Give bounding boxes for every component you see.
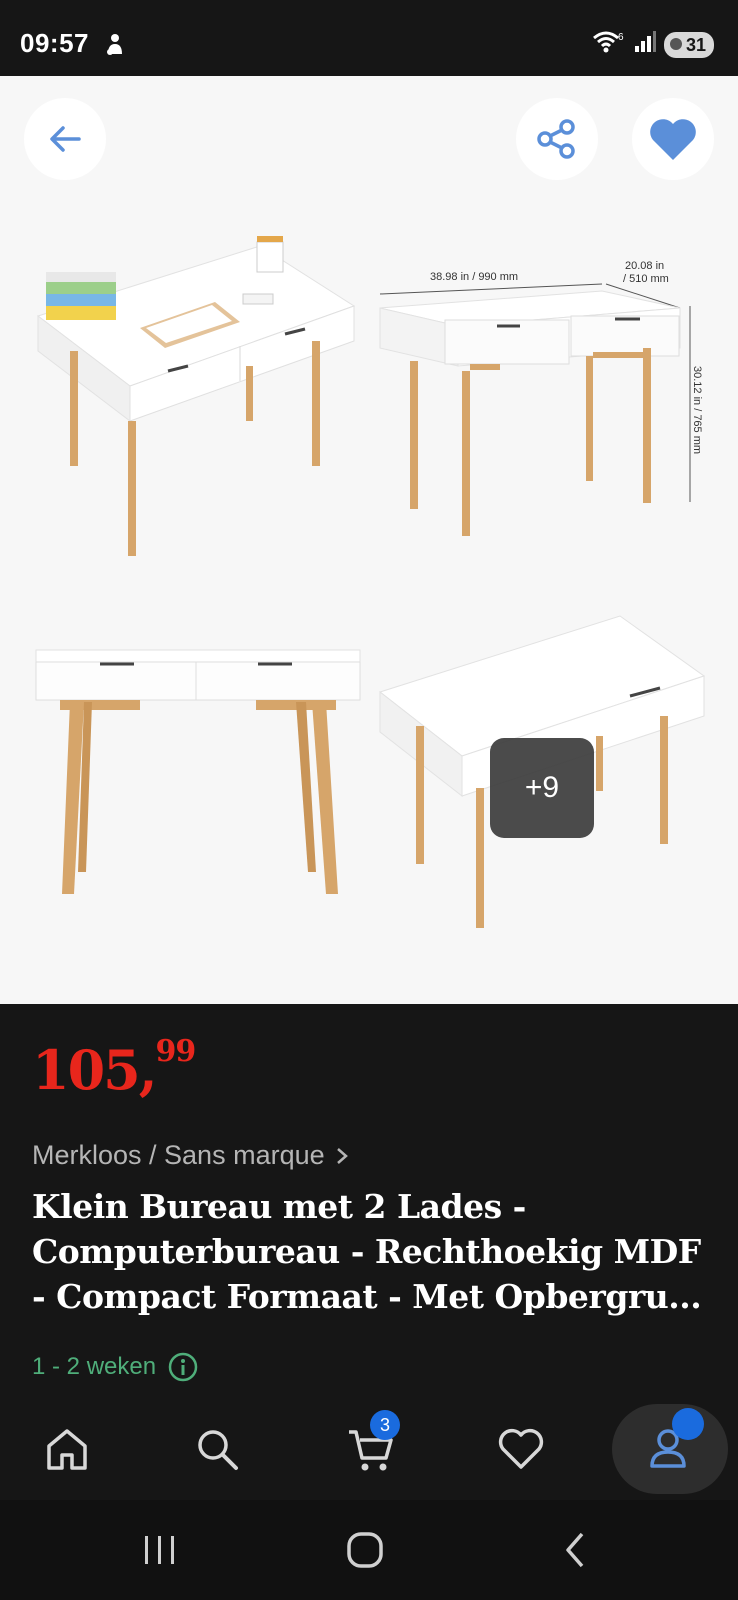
product-info: 105,99 Merkloos / Sans marque Klein Bure… (0, 1004, 738, 1400)
account-icon (650, 1429, 686, 1468)
info-icon[interactable] (168, 1352, 198, 1382)
delivery-label: 1 - 2 weken (32, 1353, 157, 1380)
recent-apps-icon (145, 1536, 174, 1564)
status-time: 09:57 (20, 28, 89, 58)
battery-indicator: 31 (663, 31, 714, 58)
share-button[interactable] (516, 98, 598, 180)
svg-text:38.98 in / 990 mm: 38.98 in / 990 mm (430, 271, 518, 283)
desk-image-angled (36, 236, 356, 556)
desk-image-dimensions: 38.98 in / 990 mm 20.08 in / 510 mm 30.1… (379, 260, 703, 536)
signal-icon (634, 31, 656, 58)
chevron-right-icon (336, 1147, 348, 1164)
nav-home[interactable] (32, 1414, 102, 1484)
wifi-icon: 6 (592, 30, 626, 59)
svg-text:30.12 in / 765 mm: 30.12 in / 765 mm (691, 366, 703, 454)
delivery-time: 1 - 2 weken (32, 1352, 198, 1382)
product-title: Klein Bureau met 2 Lades - Computerburea… (32, 1187, 702, 1316)
back-system-button[interactable] (556, 1530, 596, 1575)
notification-icon (104, 32, 126, 61)
more-images-badge[interactable]: +9 (490, 738, 594, 838)
svg-text:/ 510 mm: / 510 mm (623, 273, 669, 285)
brand-link[interactable]: Merkloos / Sans marque (32, 1140, 349, 1171)
svg-text:20.08 in: 20.08 in (625, 260, 664, 272)
product-price: 105,99 (32, 1034, 196, 1102)
home-icon (47, 1429, 87, 1470)
back-chevron-icon (566, 1532, 584, 1568)
svg-text:6: 6 (618, 32, 624, 43)
nav-account[interactable] (612, 1404, 728, 1494)
home-system-button[interactable] (345, 1530, 385, 1575)
bottom-navigation: 3 (0, 1400, 738, 1500)
price-cents: 99 (155, 1034, 197, 1069)
product-image-gallery[interactable]: 38.98 in / 990 mm 20.08 in / 510 mm 30.1… (0, 76, 738, 1004)
system-navigation-bar (0, 1500, 738, 1600)
search-icon (198, 1430, 238, 1470)
recent-apps-button[interactable] (140, 1530, 180, 1575)
heart-filled-icon (650, 119, 696, 160)
brand-label: Merkloos / Sans marque (32, 1140, 325, 1170)
cart-count-badge: 3 (370, 1410, 400, 1440)
nav-search[interactable] (182, 1414, 252, 1484)
home-circle-icon (347, 1532, 383, 1568)
arrow-left-icon (50, 126, 81, 152)
status-icons: 6 31 (592, 30, 714, 59)
nav-wishlist[interactable] (486, 1414, 556, 1484)
share-icon (537, 119, 575, 159)
desk-image-front (35, 649, 361, 894)
favorite-button[interactable] (632, 98, 714, 180)
price-whole: 105, (32, 1038, 158, 1102)
account-notification-dot (672, 1408, 704, 1440)
back-button[interactable] (24, 98, 106, 180)
status-bar: 09:57 6 31 (0, 0, 738, 76)
product-images: 38.98 in / 990 mm 20.08 in / 510 mm 30.1… (35, 236, 706, 928)
heart-icon (498, 1428, 544, 1469)
